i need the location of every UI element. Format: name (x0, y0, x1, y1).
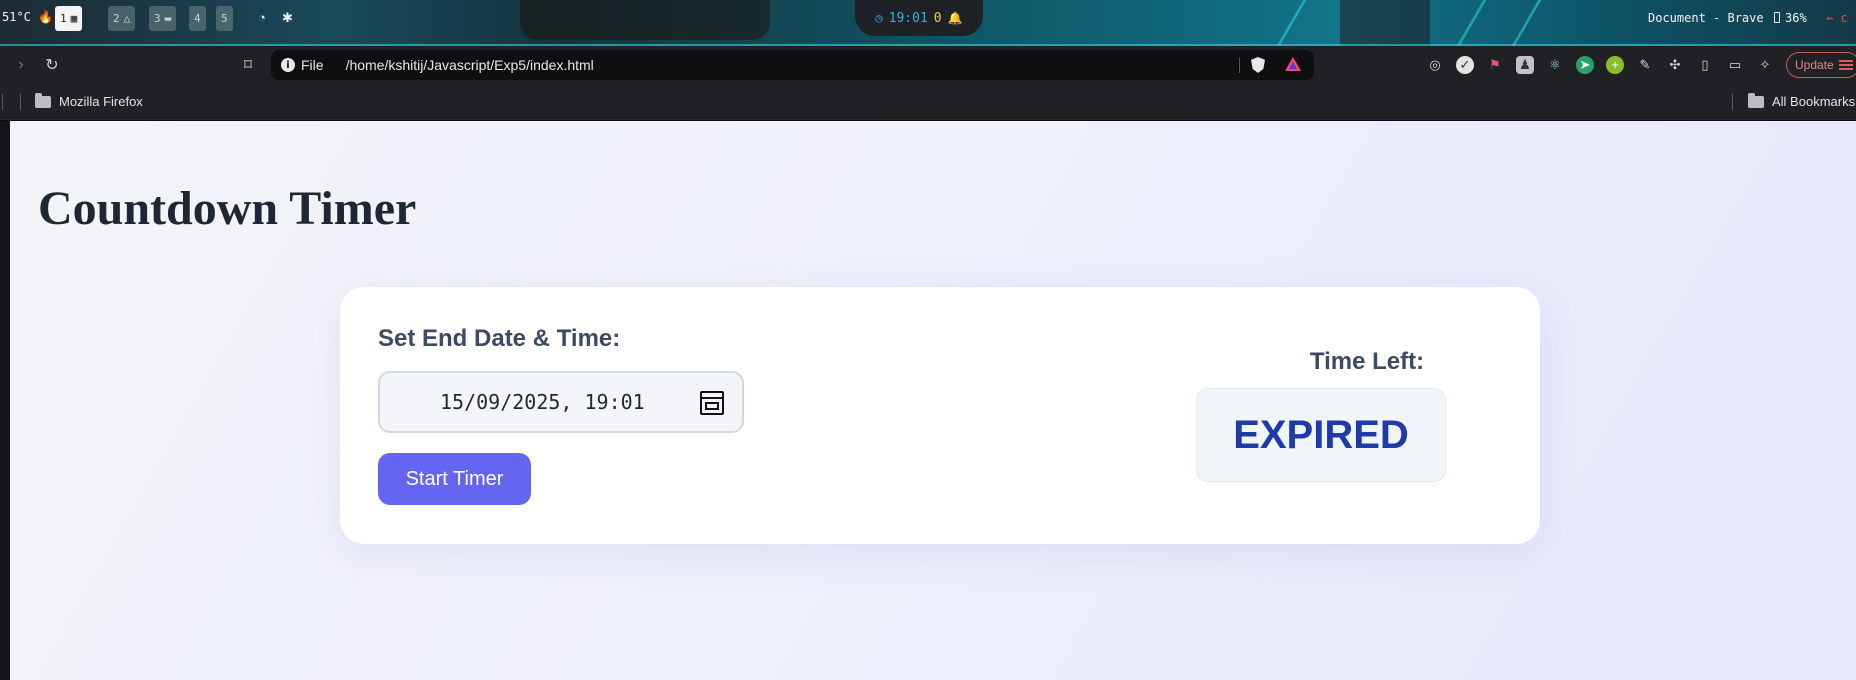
divider (20, 94, 21, 110)
wifi-icon[interactable]: ◔ (258, 10, 266, 25)
workspace-3[interactable]: 3 ▬ (149, 6, 177, 31)
bell-icon: 🔔 (947, 11, 963, 25)
folder-icon (35, 92, 51, 108)
system-status-bar: 51°C 🔥 1 ▦ 2 △ 3 ▬ 4 5 ◔ ✱ ◷ 19:01 0 🔔 Docu… (0, 0, 1856, 46)
url-path[interactable]: /home/kshitij/Javascript/Exp5/index.html (346, 57, 594, 73)
wallpaper-streak (1456, 0, 1487, 46)
all-bookmarks-button[interactable]: All Bookmarks (1748, 92, 1855, 109)
page-viewport: Countdown Timer Set End Date & Time: 15/… (10, 121, 1856, 680)
divider (1239, 58, 1240, 73)
time-left-display: EXPIRED (1196, 388, 1446, 482)
apps-icon[interactable] (2, 94, 3, 110)
end-datetime-label: Set End Date & Time: (378, 325, 621, 352)
grid-icon: ▦ (70, 12, 78, 25)
end-datetime-input[interactable]: 15/09/2025, 19:01 (378, 371, 744, 433)
eyedropper-icon[interactable]: ✎ (1636, 56, 1654, 74)
forward-icon[interactable]: › (10, 54, 32, 76)
start-timer-button[interactable]: Start Timer (378, 453, 531, 505)
update-button[interactable]: Update (1786, 52, 1856, 78)
notification-count: 0 (933, 10, 942, 26)
flame-icon: 🔥 (38, 10, 54, 24)
url-scheme: File (301, 57, 324, 73)
extension-mask-icon[interactable]: ◎ (1426, 56, 1444, 74)
folder-icon (1748, 92, 1764, 108)
wallet-icon[interactable]: ▭ (1726, 56, 1744, 74)
temperature-readout: 51°C 🔥 (2, 10, 54, 24)
bluetooth-icon[interactable]: ✱ (282, 10, 293, 26)
extension-check-icon[interactable]: ✓ (1456, 56, 1474, 74)
clock-icon: ◷ (875, 11, 883, 25)
extension-cursor-icon[interactable]: ➤ (1576, 56, 1594, 74)
extension-figure-icon[interactable]: ♟ (1516, 56, 1534, 74)
bookmark-folder-mozilla-firefox[interactable]: Mozilla Firefox (35, 92, 143, 109)
time-left-value: EXPIRED (1233, 412, 1409, 457)
workspace-1[interactable]: 1 ▦ (55, 6, 83, 31)
workspace-5[interactable]: 5 (216, 6, 233, 31)
extensions-puzzle-icon[interactable]: ✣ (1666, 56, 1684, 74)
react-devtools-icon[interactable]: ⚛ (1546, 56, 1564, 74)
extension-filter-icon[interactable]: ⚑ (1486, 56, 1504, 74)
calendar-icon[interactable] (700, 391, 724, 415)
datetime-value: 15/09/2025, 19:01 (440, 390, 645, 414)
clock-time: 19:01 (888, 10, 928, 26)
page-title: Countdown Timer (38, 182, 417, 235)
leo-ai-icon[interactable]: ✧ (1756, 56, 1774, 74)
triangle-icon: △ (123, 12, 131, 25)
sidebar-toggle-icon[interactable]: ▯ (1696, 56, 1714, 74)
brave-shields-icon[interactable] (1251, 57, 1265, 73)
reload-icon[interactable]: ↻ (41, 54, 63, 76)
tray-extra: ⇜ c (1826, 11, 1848, 25)
battery-indicator: 36% (1774, 11, 1807, 25)
clock-widget[interactable]: ◷ 19:01 0 🔔 (855, 0, 983, 36)
workspace-2[interactable]: 2 △ (108, 6, 136, 31)
wallpaper-streak (1511, 0, 1542, 46)
browser-toolbar: › ↻ ⌑ i File /home/kshitij/Javascript/Ex… (0, 46, 1856, 84)
info-icon[interactable]: i (281, 58, 295, 72)
battery-icon (1774, 12, 1780, 23)
window-edge (0, 121, 10, 680)
workspace-4[interactable]: 4 (189, 6, 206, 31)
time-left-label: Time Left: (1309, 348, 1425, 375)
folder-icon: ▬ (164, 12, 172, 25)
address-bar[interactable]: i File /home/kshitij/Javascript/Exp5/ind… (271, 50, 1314, 80)
extension-plus-icon[interactable]: + (1606, 56, 1624, 74)
wallpaper-streak (1276, 0, 1307, 46)
brave-rewards-icon[interactable] (1285, 57, 1301, 71)
timer-card: Set End Date & Time: 15/09/2025, 19:01 S… (340, 287, 1540, 544)
bookmark-page-icon[interactable]: ⌑ (237, 54, 259, 76)
divider (1732, 94, 1733, 110)
wallpaper-shape (520, 0, 770, 40)
wallpaper-shape (1340, 0, 1430, 46)
window-title: Document - Brave (1648, 11, 1764, 25)
bookmarks-bar: Mozilla Firefox All Bookmarks (0, 84, 1856, 120)
menu-icon (1838, 60, 1853, 70)
